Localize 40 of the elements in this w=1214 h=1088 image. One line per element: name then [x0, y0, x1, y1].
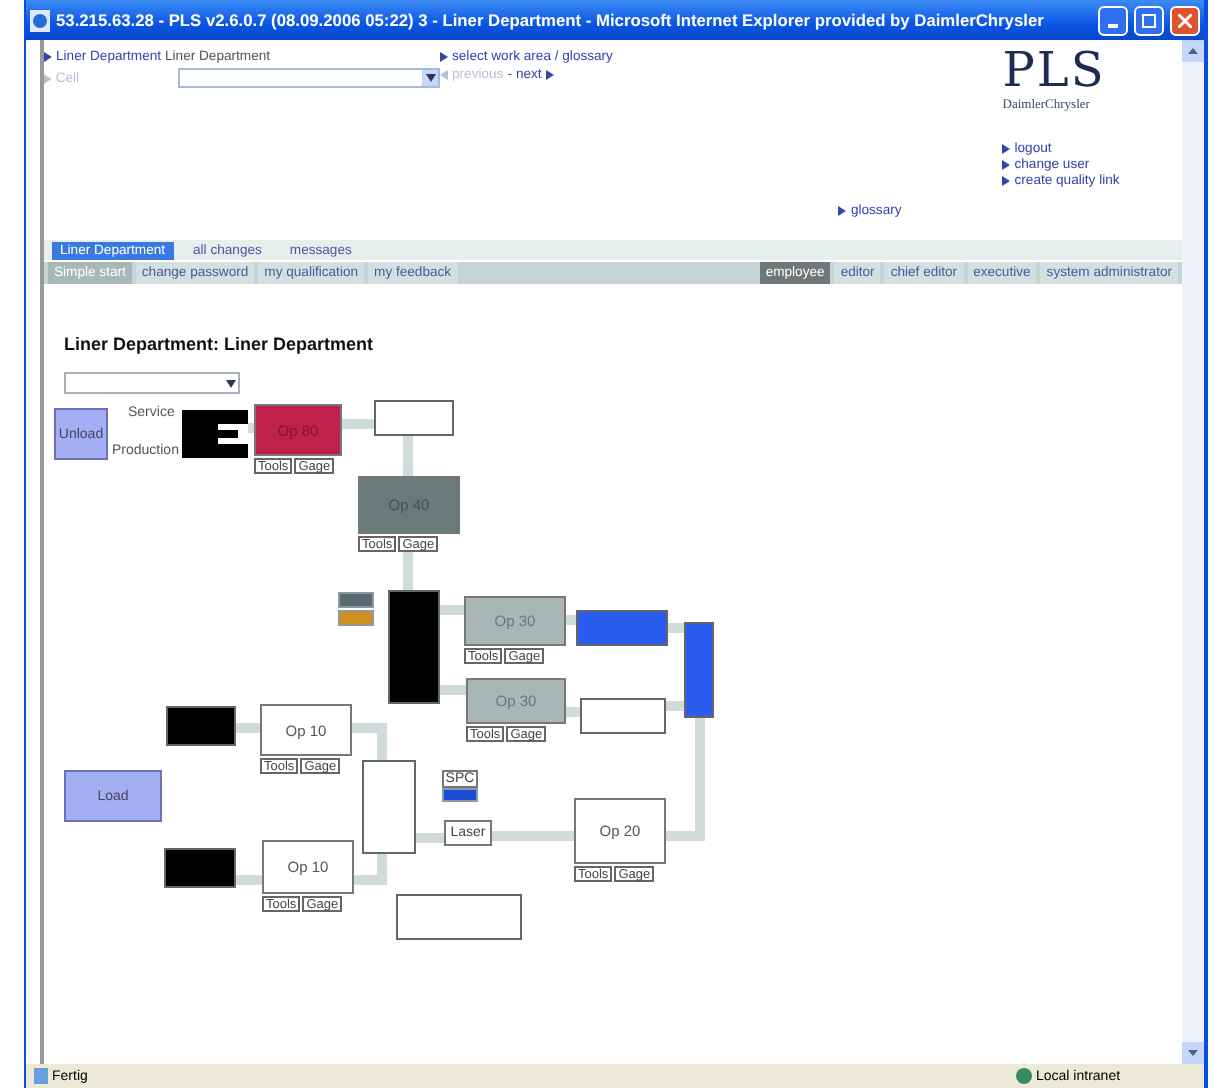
connector-line — [440, 685, 466, 695]
dropdown-icon — [225, 379, 235, 387]
page-heading: Liner Department: Liner Department — [64, 332, 376, 356]
connector-line — [236, 723, 260, 733]
status-chip[interactable] — [338, 592, 374, 608]
scroll-down-icon — [1188, 1050, 1198, 1056]
logo: PLS — [1002, 44, 1108, 96]
browser-icon — [30, 9, 50, 31]
maximize-icon — [1142, 13, 1156, 27]
cell-select[interactable] — [177, 68, 440, 88]
connector-line — [440, 605, 464, 615]
arrow-icon — [545, 70, 554, 80]
connector-line — [403, 552, 413, 590]
maximize-button[interactable] — [1134, 5, 1164, 35]
globe-icon — [1016, 1068, 1032, 1084]
close-icon — [1178, 13, 1192, 27]
scrollbar[interactable] — [1182, 40, 1204, 1064]
diagram-select[interactable] — [64, 372, 240, 394]
connector-line — [416, 833, 444, 843]
status-chip[interactable] — [442, 788, 478, 802]
dropdown-icon — [425, 74, 435, 82]
connector-line — [666, 701, 684, 711]
connector-line — [248, 423, 254, 433]
connector-line — [666, 718, 705, 841]
arrow-icon — [44, 73, 52, 83]
connector-line — [566, 615, 576, 625]
close-button[interactable] — [1170, 5, 1200, 35]
arrow-icon — [44, 52, 52, 62]
connector-line — [492, 831, 574, 841]
connector-line — [236, 875, 262, 885]
window-title: 53.215.63.28 - PLS v2.6.0.7 (08.09.2006 05:22) 3 - Liner Department - Microsoft Internet Explorer provided by DaimlerChrysler — [56, 10, 1046, 30]
connector-line — [354, 854, 387, 885]
scroll-up-icon — [1188, 48, 1198, 54]
machine-block[interactable] — [182, 410, 248, 458]
connector-line — [566, 707, 580, 717]
page-icon — [34, 1068, 48, 1084]
arrow-icon — [838, 206, 847, 216]
minimize-button[interactable] — [1098, 5, 1128, 35]
connector-line — [352, 723, 387, 760]
connector-line — [668, 623, 684, 633]
